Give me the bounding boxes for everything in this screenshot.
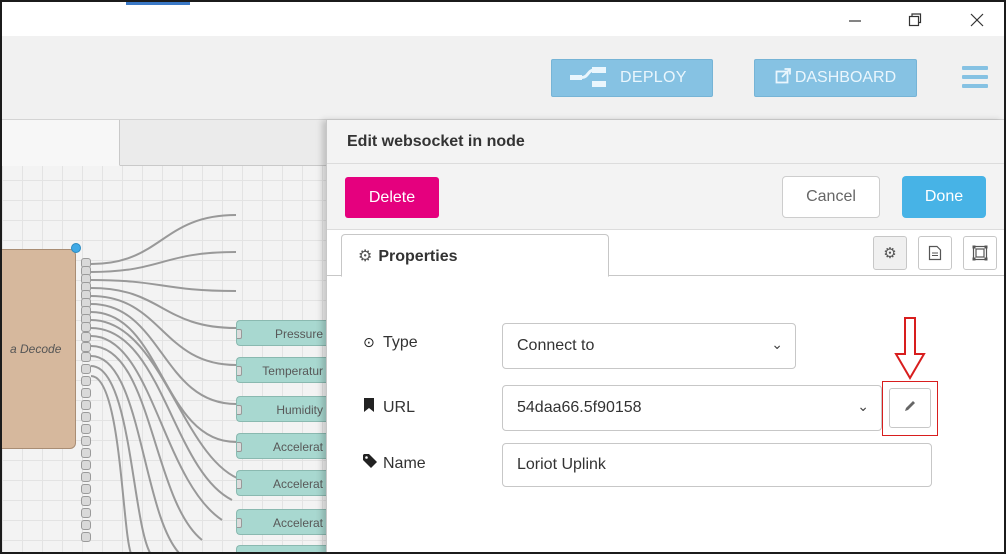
url-config-select[interactable]: 54daa66.5f90158 ⌄ <box>502 385 882 431</box>
deploy-label: DEPLOY <box>620 69 687 86</box>
name-input[interactable]: Loriot Uplink <box>502 443 932 487</box>
done-button[interactable]: Done <box>902 176 986 218</box>
output-node-label: Humidity <box>276 403 323 417</box>
output-node-acceleration-1[interactable]: Accelerat <box>236 433 326 459</box>
output-node-humidity[interactable]: Humidity <box>236 396 326 422</box>
output-node-label: Pressure <box>274 327 323 341</box>
panel-title: Edit websocket in node <box>327 120 1004 164</box>
url-select-value: 54daa66.5f90158 <box>517 399 642 416</box>
workspace-tab[interactable] <box>2 120 120 166</box>
input-port <box>237 479 242 489</box>
output-node-temperature[interactable]: Temperatur <box>236 357 326 383</box>
appearance-tab-icon[interactable] <box>963 236 997 270</box>
output-node-partial[interactable] <box>236 545 326 552</box>
hamburger-menu-icon[interactable] <box>962 66 988 88</box>
restore-icon[interactable] <box>900 8 930 32</box>
workspace-tabbar <box>2 120 326 166</box>
gear-icon: ⚙ <box>883 245 897 262</box>
delete-button[interactable]: Delete <box>345 177 439 218</box>
input-port <box>237 366 242 376</box>
dashboard-label: DASHBOARD <box>794 69 897 86</box>
chevron-down-icon: ⌄ <box>771 336 783 352</box>
close-icon[interactable] <box>962 8 992 32</box>
name-input-value: Loriot Uplink <box>517 456 606 473</box>
annotation-down-arrow-icon <box>894 317 926 380</box>
type-select-value: Connect to <box>517 337 595 354</box>
panel-button-bar: Delete Cancel Done <box>327 164 1004 230</box>
bookmark-icon <box>363 398 381 415</box>
external-link-icon <box>775 67 791 89</box>
app-header: DEPLOY DASHBOARD <box>2 36 1004 120</box>
document-icon <box>928 245 942 261</box>
panel-tab-row: ⚙ Properties ⚙ <box>327 230 1004 277</box>
input-port <box>237 329 242 339</box>
deploy-button[interactable]: DEPLOY <box>551 59 713 97</box>
input-port <box>237 442 242 452</box>
decode-node-label: a Decode <box>10 342 62 356</box>
output-node-label: Accelerat <box>272 477 323 491</box>
tab-properties[interactable]: ⚙ Properties <box>341 234 609 277</box>
url-label: URL <box>363 398 415 417</box>
tag-icon <box>363 454 381 471</box>
settings-tab-icon[interactable]: ⚙ <box>873 236 907 270</box>
output-node-label: Temperatur <box>262 364 323 378</box>
output-node-acceleration-2[interactable]: Accelerat <box>236 470 326 496</box>
annotation-highlight-box <box>882 381 938 436</box>
output-node-label: Accelerat <box>272 516 323 530</box>
type-label: ⊙ Type <box>363 334 418 351</box>
node-appearance-icon <box>972 245 988 261</box>
output-node-pressure[interactable]: Pressure <box>236 320 326 346</box>
app-window: DEPLOY DASHBOARD a Decode Pressure Tempe… <box>0 0 1006 554</box>
edit-node-panel: Edit websocket in node Delete Cancel Don… <box>326 120 1004 552</box>
dot-circle-icon: ⊙ <box>363 334 375 350</box>
input-port <box>237 405 242 415</box>
description-tab-icon[interactable] <box>918 236 952 270</box>
active-tab-accent <box>126 2 190 5</box>
tab-properties-label: Properties <box>378 248 458 265</box>
node-changed-indicator <box>71 243 81 253</box>
output-node-acceleration-3[interactable]: Accelerat <box>236 509 326 535</box>
dashboard-button[interactable]: DASHBOARD <box>754 59 917 97</box>
input-port <box>237 518 242 528</box>
type-select[interactable]: Connect to ⌄ <box>502 323 796 369</box>
window-titlebar <box>2 2 1004 36</box>
cancel-button[interactable]: Cancel <box>782 176 880 218</box>
chevron-down-icon: ⌄ <box>857 398 869 414</box>
minimize-icon[interactable] <box>840 8 870 32</box>
name-label: Name <box>363 454 426 473</box>
output-node-label: Accelerat <box>272 440 323 454</box>
deploy-icon <box>566 66 610 90</box>
gear-icon: ⚙ <box>358 248 373 265</box>
